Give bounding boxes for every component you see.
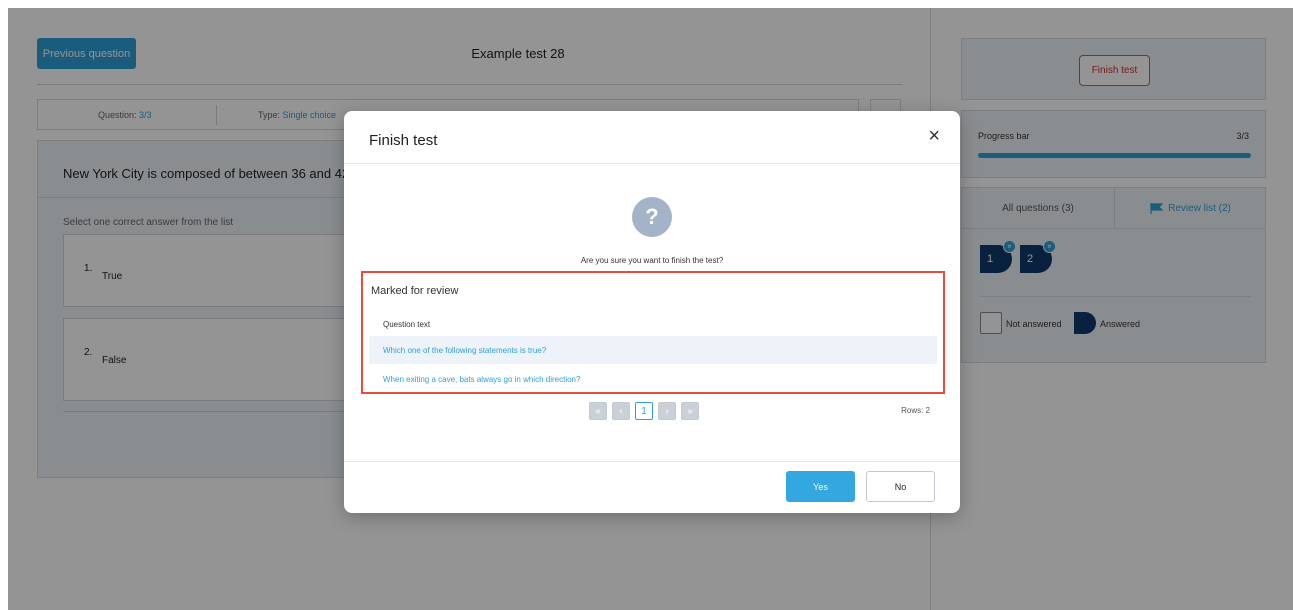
review-row[interactable]: When exiting a cave, bats always go in w… [369, 365, 937, 393]
confirm-message: Are you sure you want to finish the test… [580, 256, 724, 265]
dialog-title: Finish test [369, 132, 438, 149]
current-page-button[interactable]: 1 [635, 402, 653, 420]
yes-button[interactable]: Yes [786, 471, 855, 502]
last-page-icon[interactable]: » [681, 402, 699, 420]
rows-count: Rows: 2 [901, 406, 930, 415]
next-page-icon[interactable]: › [658, 402, 676, 420]
review-row-link[interactable]: When exiting a cave, bats always go in w… [383, 375, 580, 384]
marked-for-review-section: Marked for review Question text Which on… [361, 271, 945, 394]
question-mark-icon: ? [632, 197, 672, 237]
column-header-question-text: Question text [383, 320, 431, 329]
previous-page-icon[interactable]: ‹ [612, 402, 630, 420]
review-row-link[interactable]: Which one of the following statements is… [383, 346, 546, 355]
finish-test-dialog: Finish test × ? Are you sure you want to… [344, 111, 960, 513]
review-row[interactable]: Which one of the following statements is… [369, 336, 937, 364]
dialog-footer-divider [344, 461, 960, 462]
review-section-title: Marked for review [371, 285, 459, 297]
dialog-header-divider [344, 163, 960, 164]
close-icon[interactable]: × [928, 126, 940, 146]
pagination: « ‹ 1 › » [589, 402, 699, 420]
no-button[interactable]: No [866, 471, 935, 502]
first-page-icon[interactable]: « [589, 402, 607, 420]
